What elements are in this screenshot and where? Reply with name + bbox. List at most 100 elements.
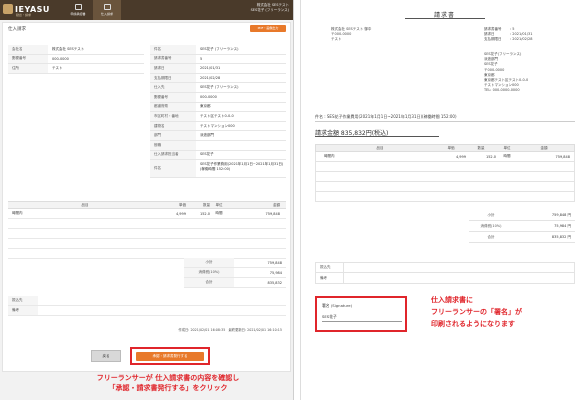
total-value: 759,848	[267, 260, 282, 265]
field-row: 仕入請求担当者 SES花子	[150, 150, 286, 161]
field-row: 郵便番号 000-0000	[150, 92, 286, 103]
nav-label: 申請承認書	[70, 12, 86, 16]
logo-subtitle: 勤怠・請求	[16, 13, 32, 17]
field-row: 役職	[150, 140, 286, 151]
recipient-block: 株式会社 SESテスト 御中 〒000-0000 テスト	[331, 27, 371, 43]
field-row: 建物名 テストマンション000	[150, 121, 286, 132]
notes-label: 備考	[8, 306, 38, 315]
amount-underline	[315, 136, 439, 137]
field-label: 会社名	[8, 45, 48, 54]
table-row: 時間内 4,999 152.0 時間 759,848	[8, 209, 286, 219]
field-label: 建物名	[150, 121, 196, 131]
remarks-row: 備考	[8, 306, 286, 316]
billing-company-fields: 会社名 株式会社 SESテスト 郵便番号 000-0000 住所 テスト	[8, 45, 144, 74]
field-row: 件名 SES花子 (フリーランス)	[150, 45, 286, 55]
field-row: 支払期限日 2021/02/28	[150, 73, 286, 84]
nav-label: 仕入請求	[100, 12, 113, 16]
updated-at: 最終更新日: 2021/02/01 16:10:15	[228, 328, 282, 332]
notes-table: 振込先 備考	[8, 296, 286, 316]
field-label: 件名	[150, 45, 196, 54]
field-row: 請求書番号 5	[150, 54, 286, 65]
invoice-meta: 請求書番号: 5 請求日: 2021/01/31 支払期限日: 2021/02/…	[484, 27, 532, 43]
tax-row: 消費税(10%) 75,984 円	[469, 221, 575, 232]
item-price: 4,999	[175, 211, 186, 216]
recipient-line: テスト	[331, 37, 342, 42]
field-label: 郵便番号	[8, 54, 48, 64]
total-value: 75,984 円	[554, 223, 571, 228]
field-label: 仕入請求担当者	[150, 150, 196, 160]
field-label: 郵便番号	[150, 92, 196, 102]
field-value: テストマンション000	[200, 123, 235, 128]
table-header: 品目 単価 数量 単位 金額	[8, 201, 286, 209]
meta-value: : 2021/02/28	[510, 37, 533, 42]
nav-purchase-invoice[interactable]: 仕入請求	[93, 0, 121, 20]
nav-approval-request[interactable]: 申請承認書	[64, 0, 92, 20]
field-label: 支払期限日	[150, 73, 196, 83]
field-value: 2021/02/28	[200, 76, 221, 81]
table-row	[315, 182, 575, 192]
line-items-table: 品目 単価 数量 単位 金額 時間内 4,999 152.0 時間 759,848	[8, 201, 286, 259]
field-value: 2021/01/31	[200, 66, 221, 71]
document-items-table: 品目 単価 数量 単位 金額 時間内 4,999 152.0 時間 759,848	[315, 144, 575, 202]
table-header: 品目 単価 数量 単位 金額	[315, 144, 575, 152]
total-value: 75,984	[269, 270, 282, 275]
back-button[interactable]: 戻る	[91, 350, 121, 362]
column-header: 単位	[503, 145, 511, 150]
field-value: SES花子作業費用(2021年1月1日~2021年1月31日)(稼働時間 152…	[200, 162, 284, 171]
column-header: 数量	[477, 145, 485, 150]
field-value: SES花子	[200, 152, 214, 157]
annotation-left: フリーランサーが 仕入請求書の内容を確認し 「承認・請求書発行する」をクリック	[68, 373, 268, 393]
total-label: 消費税(10%)	[480, 223, 502, 228]
totals-table: 小計 759,848 消費税(10%) 75,984 合計 835,832	[184, 258, 286, 288]
subject-underline	[315, 121, 575, 122]
notes-label: 振込先	[316, 263, 344, 272]
approve-issue-invoice-button[interactable]: 承認・請求書発行する	[136, 352, 204, 361]
field-value: SES花子 (フリーランス)	[200, 46, 239, 51]
invoice-icon	[103, 4, 111, 10]
meta-label: 支払期限日	[484, 37, 502, 42]
invoice-document-preview: 請求書 株式会社 SESテスト 御中 〒000-0000 テスト 請求書番号: …	[300, 0, 587, 400]
total-label: 消費税(10%)	[184, 268, 234, 277]
field-label: 件名	[150, 160, 196, 178]
field-value: テスト区テスト0-0-0	[200, 113, 234, 118]
table-row	[315, 172, 575, 182]
field-row: 件名 SES花子作業費用(2021年1月1日~2021年1月31日)(稼働時間 1…	[150, 160, 286, 179]
document-notes: 振込先 備考	[315, 262, 575, 284]
bank-row: 振込先	[8, 296, 286, 306]
total-label: 小計	[184, 258, 234, 267]
column-header: 金額	[540, 145, 548, 150]
total-value: 835,832 円	[551, 234, 571, 239]
column-header: 品目	[81, 202, 89, 207]
field-label: 市区町村・番地	[150, 112, 196, 121]
issuer-line: TEL: 000-0000-0000	[484, 88, 520, 93]
column-header: 単価	[179, 202, 186, 207]
grand-total-row: 合計 835,832	[184, 278, 286, 288]
field-label: 役職	[150, 140, 196, 150]
field-value: 株式会社 SESテスト	[52, 46, 85, 51]
document-icon	[74, 4, 82, 10]
field-label: 部門	[150, 131, 196, 140]
table-row	[8, 229, 286, 239]
pdf-export-button[interactable]: PDF・画像出力	[250, 25, 286, 32]
user-menu[interactable]: 株式会社 SESテスト SES花子 (フリーランス)	[251, 3, 289, 13]
issuer-block: SES花子(フリーランス) 派遣部門 SES花子 〒000-0000 東京都 東…	[484, 52, 528, 94]
item-price: 4,999	[455, 154, 466, 159]
title-underline	[405, 18, 485, 19]
ieyasu-app: IEYASU 勤怠・請求 申請承認書 仕入請求 株式会社 SESテスト SES花…	[0, 0, 293, 400]
item-name: 時間内	[324, 154, 335, 158]
table-row	[8, 219, 286, 229]
item-qty: 152.0	[199, 211, 210, 216]
total-value: 759,848 円	[551, 212, 571, 217]
field-value: 000-0000	[52, 56, 69, 61]
tax-row: 消費税(10%) 75,984	[184, 268, 286, 278]
field-value: 000-0000	[200, 95, 217, 100]
created-at: 作成日: 2021/02/01 16:08:35	[178, 328, 226, 332]
signature-highlight-box: 署名 (Signature) SES花子	[315, 296, 407, 332]
field-row: 部門 派遣部門	[150, 131, 286, 141]
column-header: 数量	[203, 202, 210, 207]
field-row: 住所 テスト	[8, 64, 144, 74]
table-row	[315, 192, 575, 202]
field-row: 請求日 2021/01/31	[150, 64, 286, 74]
signature-name: SES花子	[322, 314, 337, 319]
annotation-right: 仕入請求書に フリーランサーの「署名」が 印刷されるようになります	[431, 294, 581, 330]
